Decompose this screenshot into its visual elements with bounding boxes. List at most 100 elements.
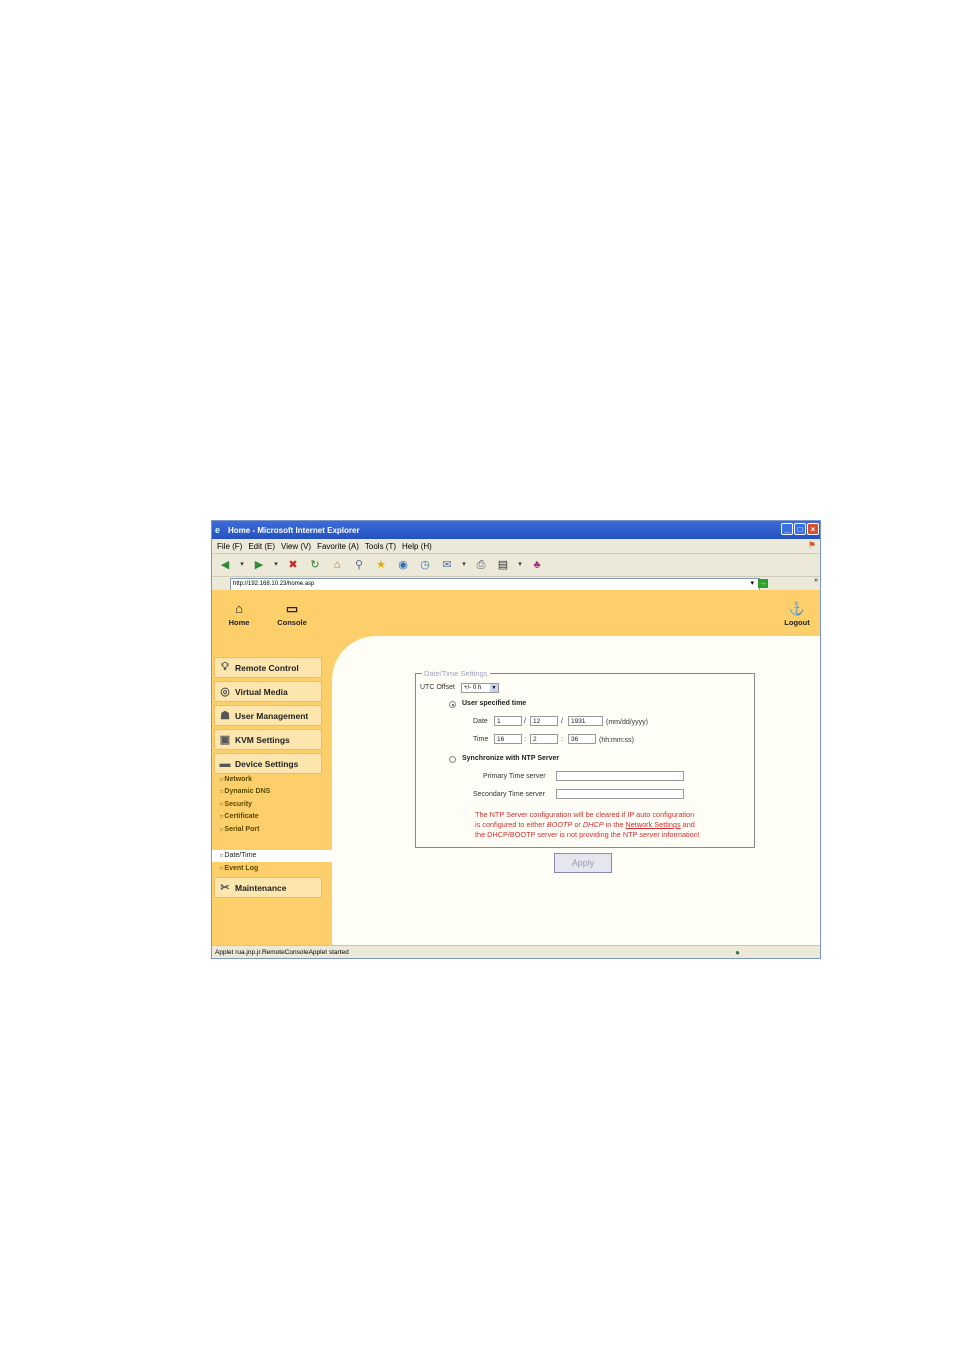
radio-ntp[interactable] <box>449 756 456 763</box>
console-icon: ▭ <box>285 601 299 616</box>
sidebar-kvm-settings[interactable]: ▣ KVM Settings <box>214 729 322 750</box>
status-bar: Applet rua.jnp.jr.RemoteConsoleApplet st… <box>212 945 820 958</box>
nav-home-label: Home <box>228 618 250 627</box>
subnav-dynamic-dns[interactable]: Dynamic DNS <box>220 788 270 795</box>
subnav-certificate[interactable]: Certificate <box>220 813 258 820</box>
status-text: Applet rua.jnp.jr.RemoteConsoleApplet st… <box>215 948 349 956</box>
subnav-serial-port[interactable]: Serial Port <box>220 826 259 833</box>
menu-tools[interactable]: Tools (T) <box>365 542 396 551</box>
edit-icon[interactable]: ▤ <box>495 557 511 573</box>
stop-icon[interactable]: ✖ <box>285 557 301 573</box>
warning-line-1: The NTP Server configuration will be cle… <box>475 810 695 819</box>
menu-view[interactable]: View (V) <box>281 542 311 551</box>
time-separator-1: : <box>524 736 526 743</box>
messenger-icon[interactable]: ♣ <box>529 557 545 573</box>
sidebar-maintenance-label: Maintenance <box>235 882 287 893</box>
radio-user-specified[interactable] <box>449 701 456 708</box>
subnav-security[interactable]: Security <box>220 801 252 808</box>
forward-dropdown-icon[interactable]: ▾ <box>273 557 279 573</box>
favorites-icon[interactable]: ★ <box>373 557 389 573</box>
sidebar-remote-control[interactable]: 💡︎ Remote Control <box>214 657 322 678</box>
media-icon[interactable]: ◉ <box>395 557 411 573</box>
nav-home[interactable]: ⌂ Home <box>225 600 253 627</box>
sidebar-virtual-media[interactable]: ◎ Virtual Media <box>214 681 322 702</box>
menu-edit[interactable]: Edit (E) <box>248 542 275 551</box>
warning-line-2-text-4: and <box>680 820 695 829</box>
primary-time-server-label: Primary Time server <box>483 773 546 780</box>
sidebar-remote-control-label: Remote Control <box>235 662 299 673</box>
nav-logout[interactable]: ⚓ Logout <box>780 600 814 627</box>
address-input[interactable]: http://192.168.10.23/home.asp <box>230 577 760 591</box>
internet-zone-icon: ● <box>735 948 740 957</box>
web-page: ⌂ Home ▭ Console ⚓ Logout 💡︎ Remote Cont… <box>212 590 820 945</box>
minimize-button[interactable]: _ <box>781 523 793 535</box>
home-icon[interactable]: ⌂ <box>329 557 345 573</box>
subnav-event-log[interactable]: Event Log <box>220 865 258 872</box>
menu-help[interactable]: Help (H) <box>402 542 432 551</box>
secondary-time-server-input[interactable] <box>556 789 684 799</box>
utc-offset-label: UTC Offset <box>420 684 455 691</box>
ntp-warning-text: The NTP Server configuration will be cle… <box>475 810 755 840</box>
device-icon: ▬ <box>219 757 231 770</box>
time-label: Time <box>473 736 489 743</box>
utc-offset-select[interactable]: +/- 0 h ▼ <box>461 683 499 693</box>
refresh-icon[interactable]: ↻ <box>307 557 323 573</box>
mail-icon[interactable]: ✉ <box>439 557 455 573</box>
address-url: http://192.168.10.23/home.asp <box>233 581 315 587</box>
menu-file[interactable]: File (F) <box>217 542 242 551</box>
nav-console[interactable]: ▭ Console <box>274 600 310 627</box>
window-title: Home - Microsoft Internet Explorer <box>228 525 360 535</box>
back-dropdown-icon[interactable]: ▾ <box>239 557 245 573</box>
ntp-label: Synchronize with NTP Server <box>462 755 560 762</box>
date-year-input[interactable]: 1931 <box>568 716 603 726</box>
users-icon: ☗ <box>220 710 230 722</box>
date-label: Date <box>473 718 488 725</box>
computer-icon: ▣ <box>219 734 231 746</box>
secondary-time-server-label: Secondary Time server <box>473 791 545 798</box>
chevron-down-icon: ▼ <box>490 684 498 692</box>
time-second-input[interactable]: 36 <box>568 734 596 744</box>
toolbar-chevron-icon[interactable]: » <box>814 577 818 584</box>
warning-dhcp: DHCP <box>582 820 604 829</box>
warning-bootp: BOOTP <box>546 820 573 829</box>
maximize-button[interactable]: □ <box>794 523 806 535</box>
date-separator-2: / <box>561 718 563 725</box>
warning-line-2-text-3: in the <box>603 820 626 829</box>
nav-console-label: Console <box>277 618 307 627</box>
print-icon[interactable]: ⎙ <box>473 557 489 573</box>
close-button[interactable]: × <box>807 523 819 535</box>
sidebar-user-management-label: User Management <box>235 710 309 721</box>
top-navigation: ⌂ Home ▭ Console ⚓ Logout <box>212 590 820 636</box>
title-bar: e Home - Microsoft Internet Explorer _ □… <box>212 521 820 539</box>
ie-icon: e <box>215 525 221 535</box>
subnav-network[interactable]: Network <box>220 776 252 783</box>
sidebar-maintenance[interactable]: ✂ Maintenance <box>214 877 322 898</box>
subnav-date-time[interactable]: Date/Time <box>212 850 332 862</box>
date-month-input[interactable]: 1 <box>494 716 522 726</box>
fieldset-legend: Date/Time Settings <box>422 669 490 678</box>
warning-line-2-text-1: is configured to either <box>475 820 547 829</box>
warning-line-2-text-2: or <box>572 820 583 829</box>
network-settings-link[interactable]: Network Settings <box>625 820 680 829</box>
history-icon[interactable]: ◷ <box>417 557 433 573</box>
search-icon[interactable]: ⚲ <box>351 557 367 573</box>
sidebar: 💡︎ Remote Control ◎ Virtual Media ☗ User… <box>212 636 332 945</box>
time-hour-input[interactable]: 16 <box>494 734 522 744</box>
windows-flag-icon: ⚑ <box>807 540 816 550</box>
user-specified-label: User specified time <box>462 700 527 707</box>
sidebar-device-settings[interactable]: ▬ Device Settings <box>214 753 322 774</box>
date-day-input[interactable]: 12 <box>530 716 558 726</box>
forward-icon[interactable]: ▶ <box>251 557 267 573</box>
back-icon[interactable]: ◀ <box>217 557 233 573</box>
apply-button[interactable]: Apply <box>554 853 612 873</box>
date-separator-1: / <box>524 718 526 725</box>
sidebar-user-management[interactable]: ☗ User Management <box>214 705 322 726</box>
address-dropdown-icon[interactable]: ▾ <box>750 579 754 587</box>
menu-favorite[interactable]: Favorite (A) <box>317 542 359 551</box>
primary-time-server-input[interactable] <box>556 771 684 781</box>
go-icon[interactable]: → <box>758 579 768 588</box>
time-minute-input[interactable]: 2 <box>530 734 558 744</box>
mail-dropdown-icon[interactable]: ▾ <box>461 557 467 573</box>
warning-line-3: the DHCP/BOOTP server is not providing t… <box>475 830 700 839</box>
edit-dropdown-icon[interactable]: ▾ <box>517 557 523 573</box>
